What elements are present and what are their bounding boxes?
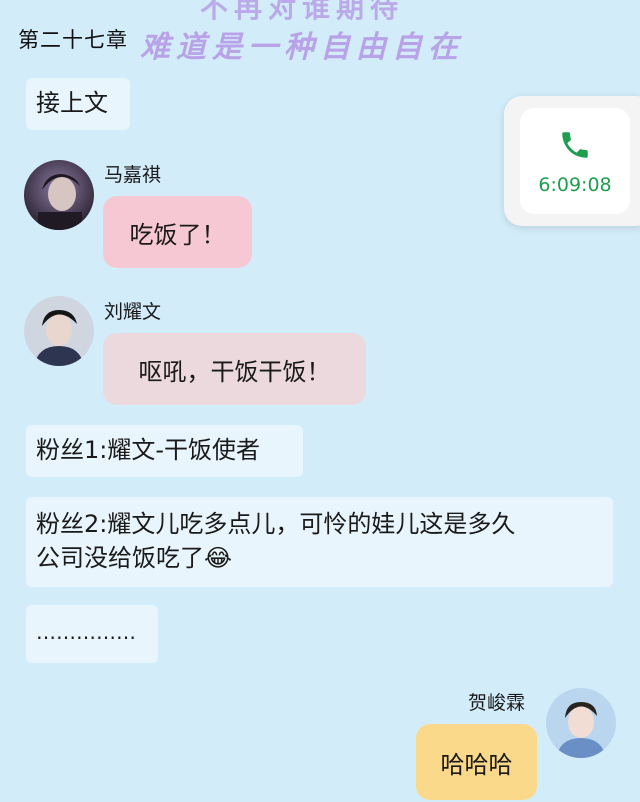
message-line: 粉丝2:耀文儿吃多点儿，可怜的娃儿这是多久 [36, 510, 516, 538]
call-widget-inner: 6:09:08 [520, 108, 630, 214]
message-plain: …………… [26, 605, 158, 663]
message-plain: 接上文 [26, 78, 130, 130]
chat-bubble: 吃饭了！ [103, 196, 252, 268]
message-text: 吃饭了！ [129, 220, 226, 249]
banner-main-text: 难道是一种自由自在 [140, 30, 464, 65]
avatar[interactable] [546, 688, 616, 758]
message-text: 哈哈哈 [440, 750, 513, 779]
speaker-name: 贺峻霖 [468, 692, 526, 714]
message-plain: 粉丝2:耀文儿吃多点儿，可怜的娃儿这是多久 公司没给饭吃了😂 [26, 497, 613, 587]
avatar-image [546, 688, 616, 758]
message-text: 粉丝1:耀文-干饭使者 [36, 436, 261, 464]
message-line: 公司没给饭吃了 [36, 544, 204, 572]
message-text: 呕吼，干饭干饭！ [138, 357, 331, 386]
call-duration: 6:09:08 [538, 174, 612, 196]
phone-icon [562, 132, 588, 158]
message-plain: 粉丝1:耀文-干饭使者 [26, 425, 303, 477]
chat-bubble: 呕吼，干饭干饭！ [103, 333, 366, 405]
avatar-image [24, 160, 94, 230]
avatar[interactable] [24, 296, 94, 366]
chat-bubble: 哈哈哈 [416, 724, 537, 800]
chapter-title: 第二十七章 [18, 28, 128, 52]
speaker-name: 马嘉祺 [104, 164, 162, 186]
laughing-emoji-icon: 😂 [204, 544, 233, 572]
avatar-image [24, 296, 94, 366]
message-text: 接上文 [36, 89, 108, 117]
avatar[interactable] [24, 160, 94, 230]
speaker-name: 刘耀文 [104, 301, 162, 323]
message-text: …………… [36, 620, 136, 644]
call-widget[interactable]: 6:09:08 [504, 96, 640, 226]
